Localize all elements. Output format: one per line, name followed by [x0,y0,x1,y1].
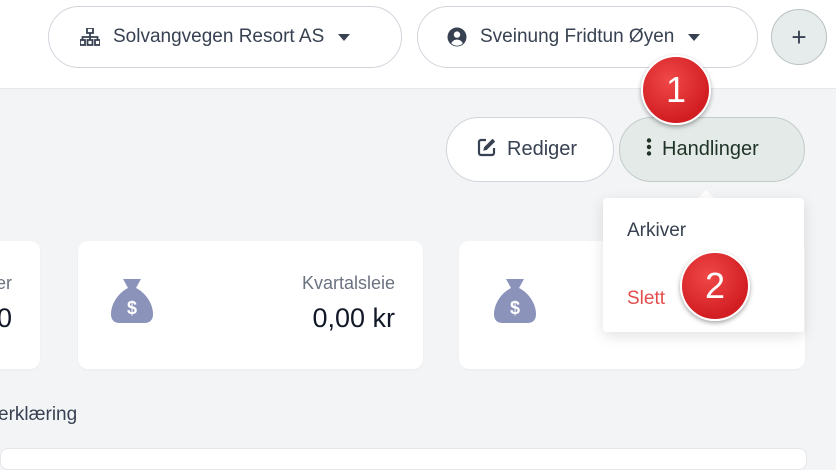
vertical-dots-icon [646,137,652,162]
svg-text:$: $ [127,298,137,318]
quarterly-rent-card: $ Kvartalsleie 0,00 kr [78,241,423,369]
user-selector[interactable]: Sveinung Fridtun Øyen [417,6,758,68]
top-bar: Solvangvegen Resort AS Sveinung Fridtun … [0,0,836,89]
stat-card-value: 0 [0,303,12,333]
organization-name: Solvangvegen Resort AS [113,26,325,47]
delete-menu-item[interactable]: Slett [627,288,665,310]
stat-card: er 0 [0,241,40,369]
sitemap-icon [79,26,101,48]
organization-selector[interactable]: Solvangvegen Resort AS [48,6,402,68]
actions-button[interactable]: Handlinger [619,117,805,182]
stat-card-label: Kvartalsleie [301,273,395,293]
section-label: erklæring [0,404,78,425]
step-marker: 2 [680,251,750,321]
edit-button[interactable]: Rediger [446,117,614,182]
stat-card-label: er [0,273,12,293]
edit-icon [477,137,497,163]
content-panel [0,448,807,470]
svg-text:$: $ [510,298,520,318]
stat-card-value: 0,00 kr [312,303,395,333]
step-marker: 1 [641,55,711,125]
money-bag-icon: $ [494,279,536,323]
edit-label: Rediger [507,138,578,160]
user-circle-icon [446,26,468,48]
archive-menu-item[interactable]: Arkiver [627,220,686,242]
caret-down-icon [688,33,701,41]
actions-label: Handlinger [662,138,759,160]
money-bag-icon: $ [111,279,153,323]
add-button[interactable]: + [771,9,827,65]
caret-down-icon [338,33,351,41]
user-name: Sveinung Fridtun Øyen [480,26,675,47]
